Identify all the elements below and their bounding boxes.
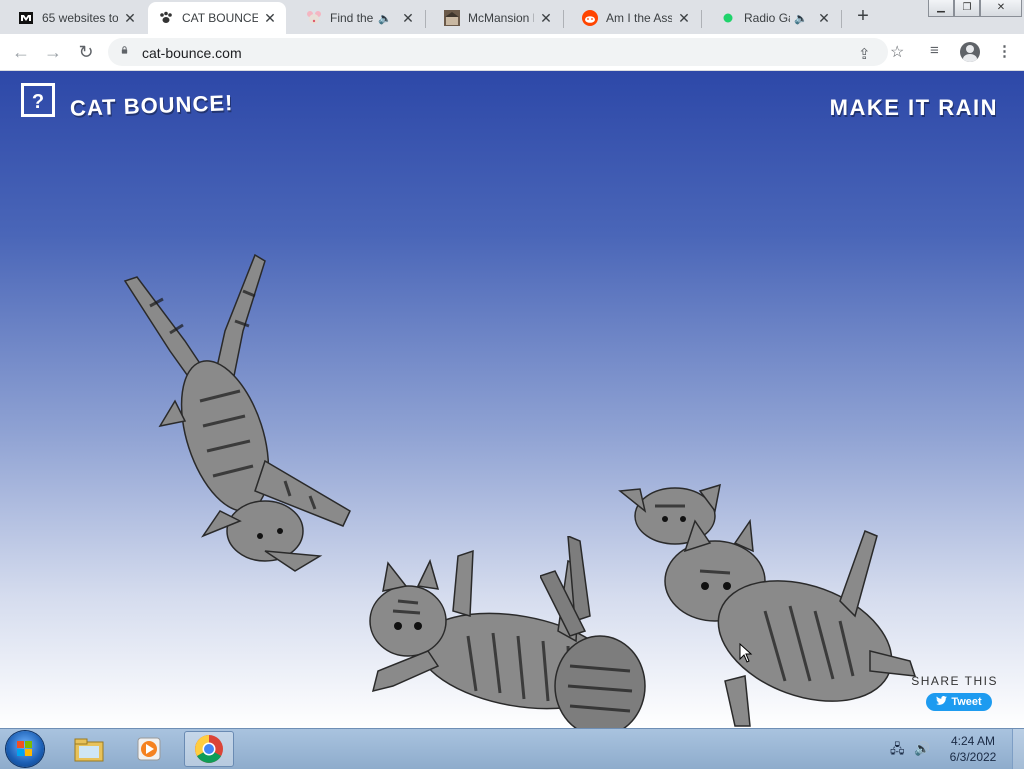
mouse-face-icon: [306, 10, 322, 26]
lock-icon[interactable]: [120, 46, 129, 54]
close-tab-icon[interactable]: ✕: [122, 10, 138, 27]
close-tab-icon[interactable]: ✕: [262, 10, 278, 27]
reddit-icon: [582, 10, 598, 26]
tab-mcmansion[interactable]: McMansion H ✕: [426, 2, 562, 34]
cat-bounce-page[interactable]: ? CAT BOUNCE! MAKE IT RAIN SHARE THIS Tw…: [0, 71, 1024, 728]
tab-separator: [841, 10, 842, 28]
house-thumbnail-icon: [444, 10, 460, 26]
tweet-button[interactable]: Tweet: [926, 693, 992, 711]
help-button[interactable]: ?: [21, 83, 55, 117]
menu-kebab-icon[interactable]: ⋮: [997, 42, 1012, 60]
share-this-label: SHARE THIS: [911, 674, 998, 688]
tab-radio-garden[interactable]: Radio Gar 🔈 ✕: [702, 2, 840, 34]
tab-separator: [563, 10, 564, 28]
restore-button[interactable]: ❐: [954, 0, 980, 17]
green-dot-icon: [720, 10, 736, 26]
make-it-rain-button[interactable]: MAKE IT RAIN: [830, 95, 998, 121]
tab-cat-bounce[interactable]: CAT BOUNCE! ✕: [148, 2, 286, 34]
media-player-icon[interactable]: [124, 731, 174, 767]
tab-separator: [425, 10, 426, 28]
address-bar[interactable]: cat-bounce.com ⇪: [108, 38, 888, 66]
window-close-button[interactable]: ✕: [980, 0, 1022, 17]
clock-time: 4:24 AM: [950, 734, 996, 748]
network-icon[interactable]: 🖧: [890, 741, 905, 756]
tab-strip: 65 websites to ✕ CAT BOUNCE! ✕ Find the …: [0, 0, 1024, 34]
forward-button[interactable]: →: [42, 41, 64, 63]
close-tab-icon[interactable]: ✕: [538, 10, 554, 27]
close-tab-icon[interactable]: ✕: [816, 10, 832, 27]
browser-toolbar: ← → ↻ cat-bounce.com ⇪ ☆ ≡ ⋮: [0, 34, 1024, 71]
tab-separator: [701, 10, 702, 28]
twitter-bird-icon: [936, 696, 948, 708]
system-tray: 🖧 🔊: [890, 740, 930, 762]
site-title: CAT BOUNCE!: [69, 90, 234, 121]
clock-date: 6/3/2022: [949, 750, 997, 764]
windows-explorer-icon[interactable]: [64, 731, 114, 767]
speaker-icon[interactable]: 🔈: [794, 12, 808, 25]
share-page-icon[interactable]: ⇪: [858, 45, 871, 63]
medium-icon: [18, 10, 34, 26]
reading-list-icon[interactable]: ≡: [930, 42, 939, 59]
back-button[interactable]: ←: [10, 41, 32, 63]
close-tab-icon[interactable]: ✕: [400, 10, 416, 27]
windows-taskbar: 🖧 🔊 4:24 AM 6/3/2022: [0, 728, 1024, 769]
bouncing-cat[interactable]: [615, 481, 925, 728]
tab-aita[interactable]: Am I the Assh ✕: [564, 2, 700, 34]
show-desktop-button[interactable]: [1012, 729, 1024, 769]
window-controls: ▁ ❐ ✕: [928, 0, 1022, 18]
speaker-icon[interactable]: 🔈: [378, 12, 392, 25]
tab-65-websites[interactable]: 65 websites to ✕: [0, 2, 146, 34]
minimize-button[interactable]: ▁: [928, 0, 954, 17]
reload-button[interactable]: ↻: [75, 41, 97, 63]
start-button[interactable]: [6, 731, 44, 767]
mouse-cursor-icon: [739, 643, 753, 663]
new-tab-button[interactable]: +: [853, 5, 873, 28]
profile-avatar-icon[interactable]: [960, 42, 980, 62]
taskbar-clock[interactable]: 4:24 AM 6/3/2022: [940, 733, 1006, 765]
windows-logo-icon: [17, 741, 32, 756]
close-tab-icon[interactable]: ✕: [676, 10, 692, 27]
tab-find-the-i[interactable]: Find the I 🔈 ✕: [288, 2, 424, 34]
url-text: cat-bounce.com: [142, 45, 242, 61]
volume-icon[interactable]: 🔊: [914, 741, 930, 756]
bouncing-cat[interactable]: [540, 536, 660, 728]
chrome-icon[interactable]: [184, 731, 234, 767]
paw-icon: [158, 10, 174, 26]
bouncing-cat[interactable]: [115, 251, 375, 586]
bookmark-star-icon[interactable]: ☆: [890, 42, 904, 62]
